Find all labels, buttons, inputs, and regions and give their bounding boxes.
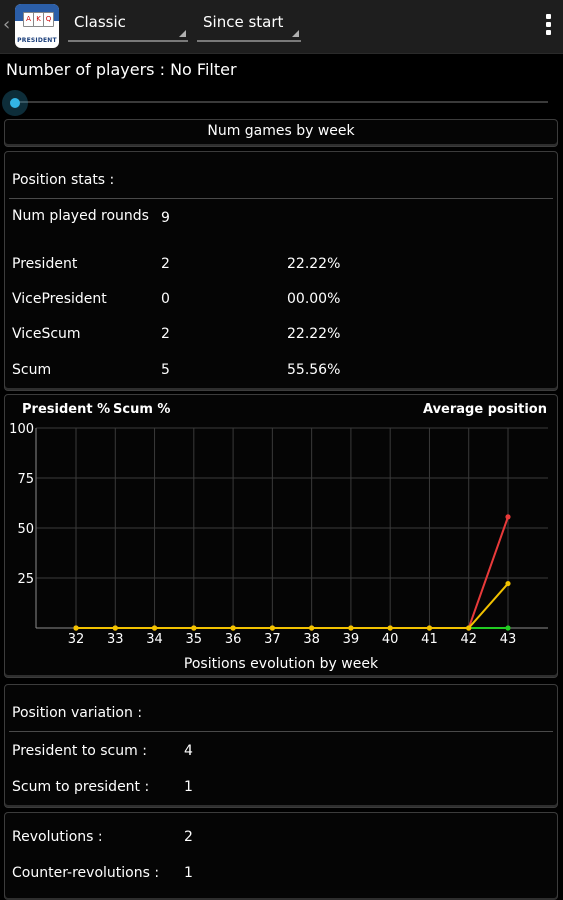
position-variation-panel: Position variation : President to scum :…: [4, 684, 558, 808]
spinner-arrow-icon: [179, 30, 186, 37]
variation-title: Position variation :: [12, 705, 143, 721]
stat-count-president: 2: [161, 256, 170, 272]
y-tick-label: 50: [17, 522, 34, 537]
series-point-average-position: [505, 580, 511, 587]
x-tick-label: 43: [500, 632, 517, 647]
players-slider-thumb[interactable]: [2, 90, 28, 116]
series-point-president: [505, 625, 511, 631]
x-tick-label: 39: [343, 632, 360, 647]
series-point-average-position: [466, 625, 472, 631]
series-point-average-position: [426, 625, 433, 631]
series-point-average-position: [151, 625, 158, 631]
scum-to-president-label: Scum to president :: [12, 779, 150, 795]
rounds-value: 9: [161, 210, 170, 226]
x-tick-label: 40: [382, 632, 399, 647]
legend-scum: Scum %: [113, 402, 171, 417]
stat-percent-vicepresident: 00.00%: [287, 291, 341, 307]
x-tick-label: 33: [107, 632, 124, 647]
stat-percent-vicescum: 22.22%: [287, 326, 341, 342]
series-point-average-position: [387, 625, 393, 631]
stat-label-scum: Scum: [12, 362, 52, 378]
scum-to-president-value: 1: [184, 779, 193, 795]
period-spinner-label: Since start: [203, 13, 284, 31]
spinner-arrow-icon: [292, 30, 299, 37]
x-tick-label: 32: [68, 632, 85, 647]
period-spinner[interactable]: Since start: [197, 8, 301, 42]
x-tick-label: 36: [225, 632, 242, 647]
positions-chart: 100 75 50 25 32 33 34 35 36 37 38 39 40 41 42 43 Positio…: [9, 422, 548, 672]
x-tick-label: 38: [303, 632, 320, 647]
x-tick-label: 37: [264, 632, 281, 647]
series-point-average-position: [309, 625, 315, 631]
x-tick-label: 42: [460, 632, 477, 647]
stat-count-vicepresident: 0: [161, 291, 170, 307]
y-tick-label: 100: [9, 422, 34, 437]
stat-count-scum: 5: [161, 362, 170, 378]
counter-revolutions-value: 1: [184, 865, 193, 881]
x-tick-label: 34: [146, 632, 163, 647]
stat-label-president: President: [12, 256, 78, 272]
y-tick-label: 75: [17, 472, 34, 487]
president-to-scum-value: 4: [184, 743, 193, 759]
chevron-left-icon[interactable]: ‹: [3, 14, 10, 35]
overflow-menu-icon[interactable]: [541, 14, 555, 40]
x-axis-title: Positions evolution by week: [184, 656, 379, 672]
stat-percent-scum: 55.56%: [287, 362, 341, 378]
stat-percent-president: 22.22%: [287, 256, 341, 272]
series-point-scum: [505, 514, 511, 520]
app-icon[interactable]: A K Q PRESIDENT: [15, 4, 59, 48]
x-tick-label: 35: [186, 632, 203, 647]
rounds-label: Num played rounds: [12, 208, 149, 224]
game-type-spinner-label: Classic: [74, 13, 126, 31]
position-stats-title: Position stats :: [12, 172, 115, 188]
revolutions-panel: Revolutions : 2 Counter-revolutions : 1: [4, 812, 558, 900]
stat-count-vicescum: 2: [161, 326, 170, 342]
series-point-average-position: [269, 625, 275, 631]
series-point-average-position: [348, 625, 354, 631]
players-filter-label: Number of players : No Filter: [6, 60, 237, 79]
divider: [9, 731, 553, 732]
legend-average: Average position: [422, 402, 547, 417]
series-point-average-position: [112, 625, 118, 631]
position-stats-panel: Position stats : Num played rounds 9 Pre…: [4, 151, 558, 391]
app-icon-card: Q: [43, 12, 54, 27]
legend-president: President %: [22, 402, 111, 417]
action-bar: ‹ A K Q PRESIDENT Classic Since start: [0, 0, 563, 54]
counter-revolutions-label: Counter-revolutions :: [12, 865, 160, 881]
series-point-average-position: [73, 625, 79, 631]
series-point-average-position: [191, 625, 197, 631]
president-to-scum-label: President to scum :: [12, 743, 147, 759]
x-tick-label: 41: [421, 632, 438, 647]
revolutions-value: 2: [184, 829, 193, 845]
game-type-spinner[interactable]: Classic: [68, 8, 188, 42]
stat-label-vicescum: ViceScum: [12, 326, 81, 342]
series-line-average-position: [76, 582, 509, 629]
players-slider-track[interactable]: [10, 101, 548, 103]
revolutions-label: Revolutions :: [12, 829, 103, 845]
series-point-average-position: [230, 625, 236, 631]
weekly-games-panel[interactable]: Num games by week: [4, 119, 558, 147]
series-line-scum: [76, 516, 509, 629]
y-tick-label: 25: [17, 572, 34, 587]
weekly-games-title: Num games by week: [207, 123, 355, 139]
divider: [9, 198, 553, 199]
stat-label-vicepresident: VicePresident: [12, 291, 107, 307]
app-icon-wordmark: PRESIDENT: [17, 37, 57, 44]
